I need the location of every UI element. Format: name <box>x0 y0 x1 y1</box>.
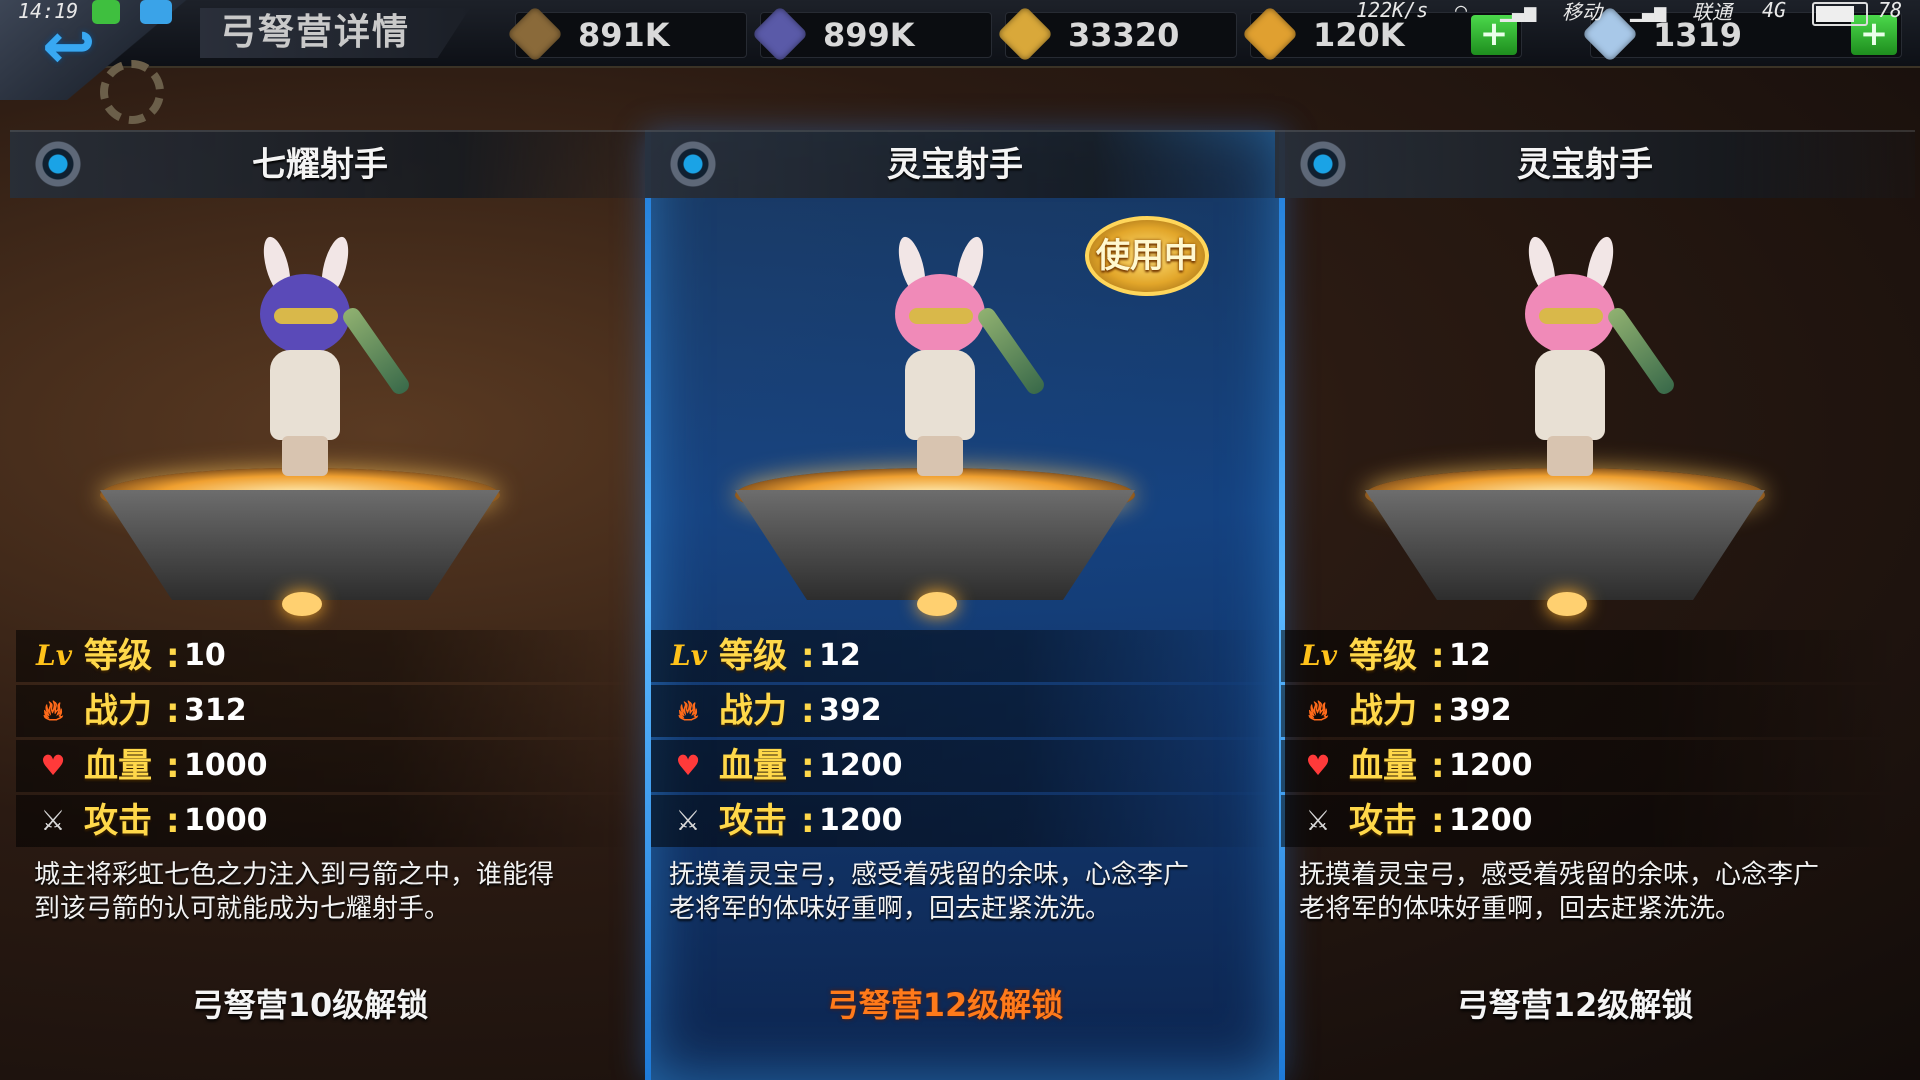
unlock-condition: 弓弩营12级解锁 <box>1456 986 1694 1024</box>
card-description: 城主将彩虹七色之力注入到弓箭之中，谁能得到该弓箭的认可就能成为七耀射手。 <box>34 860 555 924</box>
fire-icon: 🔥︎ <box>1307 694 1329 727</box>
card-description: 抚摸着灵宝弓，感受着残留的余味，心念李广老将军的体味好重啊，回去赶紧洗洗。 <box>1299 860 1820 924</box>
platform <box>735 490 1135 600</box>
home-app-icon <box>140 0 172 24</box>
stat-power: 🔥︎ 战力 : 392 <box>651 685 1271 737</box>
unlock-condition: 弓弩营12级解锁 <box>826 986 1064 1024</box>
stat-power: 🔥︎ 战力 : 312 <box>16 685 636 737</box>
heart-icon: ♥ <box>1305 749 1331 782</box>
status-bar: 14:19 122K/s ◠ ▁▃▅ 移动 ▁▃▅ 联通 4G 78 <box>0 0 1920 26</box>
stat-attack: ⚔ 攻击 : 1200 <box>651 795 1271 847</box>
platform <box>1365 490 1765 600</box>
stats-panel: Lv 等级 : 10 🔥︎ 战力 : 312 ♥ 血量 : 1000 ⚔ 攻击 … <box>16 630 636 850</box>
eye-emblem-icon <box>663 140 723 188</box>
crossed-swords-icon: ⚔ <box>675 804 701 837</box>
level-icon: Lv <box>36 639 72 672</box>
card-header: 灵宝射手 <box>645 130 1285 198</box>
archer-hero-image <box>865 234 1048 480</box>
card-header: 灵宝射手 <box>1275 130 1915 198</box>
hero-stage <box>735 220 1155 660</box>
level-icon: Lv <box>671 639 707 672</box>
status-time: 14:19 <box>18 0 79 23</box>
archer-hero-image <box>1495 234 1678 480</box>
platform-light <box>282 592 322 616</box>
fire-icon: 🔥︎ <box>42 694 64 727</box>
card-title: 灵宝射手 <box>887 145 1023 185</box>
signal-icon: ▁▃▅ <box>1630 0 1667 22</box>
signal-icon: ▁▃▅ <box>1500 0 1537 22</box>
network-type: 4G <box>1762 0 1787 22</box>
battery-level: 78 <box>1878 0 1903 22</box>
stat-level: Lv 等级 : 10 <box>16 630 636 682</box>
unlock-condition: 弓弩营10级解锁 <box>191 986 429 1024</box>
stat-attack: ⚔ 攻击 : 1000 <box>16 795 636 847</box>
stat-hp: ♥ 血量 : 1200 <box>1281 740 1901 792</box>
hero-stage <box>1365 220 1785 660</box>
stat-hp: ♥ 血量 : 1000 <box>16 740 636 792</box>
card-title: 灵宝射手 <box>1517 145 1653 185</box>
archer-card-2[interactable]: 灵宝射手 使用中 Lv 等级 : 12 🔥︎ 战力 : 392 ♥ 血量: 1… <box>645 130 1285 1080</box>
stat-attack: ⚔ 攻击 : 1200 <box>1281 795 1901 847</box>
stats-panel: Lv 等级 : 12 🔥︎ 战力 : 392 ♥ 血量 : 1200 ⚔ 攻击 … <box>1281 630 1901 850</box>
battery-icon <box>1812 2 1868 26</box>
carrier-label: 联通 <box>1692 0 1732 24</box>
platform <box>100 490 500 600</box>
card-header: 七耀射手 <box>10 130 650 198</box>
carrier-label: 移动 <box>1562 0 1602 24</box>
stat-level: Lv 等级 : 12 <box>651 630 1271 682</box>
stats-panel: Lv 等级 : 12 🔥︎ 战力 : 392 ♥ 血量 : 1200 ⚔ 攻击 … <box>651 630 1271 850</box>
platform-light <box>1547 592 1587 616</box>
security-app-icon <box>92 0 120 24</box>
heart-icon: ♥ <box>675 749 701 782</box>
hero-stage <box>100 220 520 660</box>
heart-icon: ♥ <box>40 749 66 782</box>
archer-card-3[interactable]: 灵宝射手 Lv 等级 : 12 🔥︎ 战力 : 392 ♥ 血量: 1200 … <box>1275 130 1915 1080</box>
crossed-swords-icon: ⚔ <box>40 804 66 837</box>
stat-level: Lv 等级 : 12 <box>1281 630 1901 682</box>
card-description: 抚摸着灵宝弓，感受着残留的余味，心念李广老将军的体味好重啊，回去赶紧洗洗。 <box>669 860 1190 924</box>
card-title: 七耀射手 <box>252 145 388 185</box>
level-icon: Lv <box>1301 639 1337 672</box>
crossed-swords-icon: ⚔ <box>1305 804 1331 837</box>
fire-icon: 🔥︎ <box>677 694 699 727</box>
gear-icon <box>100 60 164 124</box>
eye-emblem-icon <box>28 140 88 188</box>
network-speed: 122K/s <box>1356 0 1429 22</box>
wifi-icon: ◠ <box>1455 0 1468 22</box>
platform-light <box>917 592 957 616</box>
stat-power: 🔥︎ 战力 : 392 <box>1281 685 1901 737</box>
eye-emblem-icon <box>1293 140 1353 188</box>
archer-card-1[interactable]: 七耀射手 Lv 等级 : 10 🔥︎ 战力 : 312 ♥ 血量: 1000 … <box>10 130 650 1080</box>
stat-hp: ♥ 血量 : 1200 <box>651 740 1271 792</box>
archer-hero-image <box>230 234 413 480</box>
